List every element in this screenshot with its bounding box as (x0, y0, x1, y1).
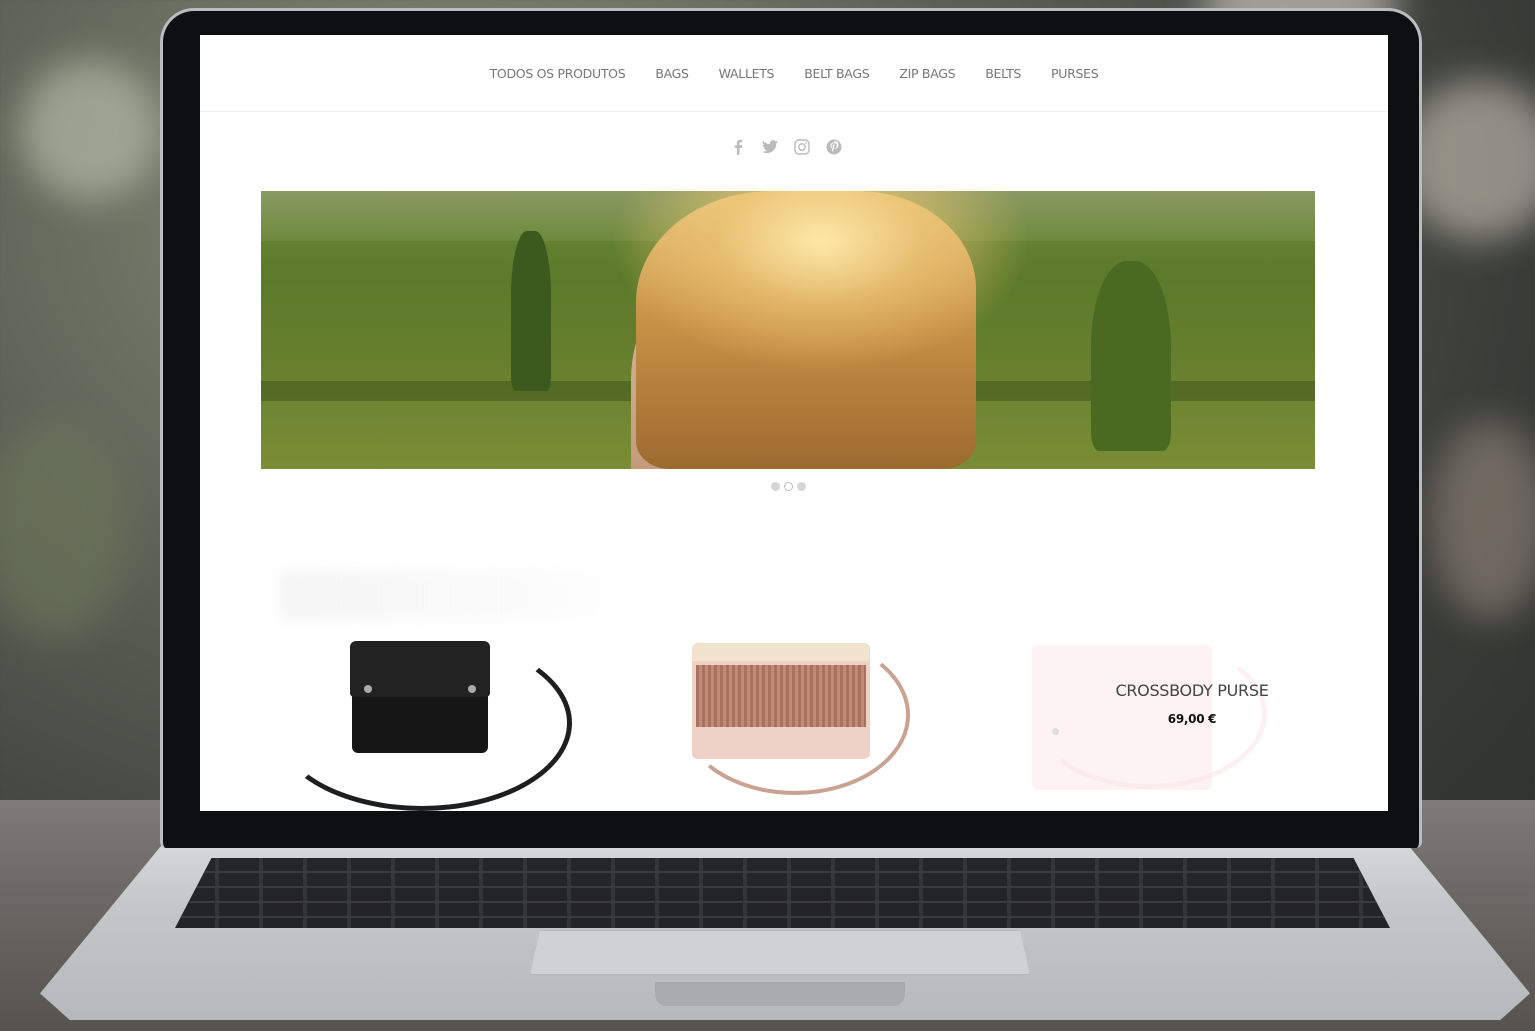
product-title[interactable]: CROSSBODY PURSE (1115, 681, 1268, 700)
background-bokeh (20, 60, 160, 200)
laptop-keyboard-rows (175, 858, 1390, 928)
bag-stud (364, 685, 372, 693)
laptop-screen: TODOS OS PRODUTOS BAGS WALLETS BELT BAGS… (200, 35, 1388, 811)
hero-tree (511, 231, 551, 391)
product-card-hover[interactable]: CROSSBODY PURSE 69,00 € (1032, 625, 1352, 811)
nav-item-zip-bags[interactable]: ZIP BAGS (899, 66, 955, 81)
overlay-bullet (1052, 728, 1059, 735)
slider-dot-active[interactable] (784, 482, 793, 491)
hero-banner-image[interactable] (261, 191, 1315, 469)
social-links (730, 139, 842, 155)
nav-item-todos-os-produtos[interactable]: TODOS OS PRODUTOS (490, 66, 626, 81)
slider-dots (771, 482, 806, 491)
background-bokeh (1430, 420, 1535, 620)
nav-item-bags[interactable]: BAGS (655, 66, 689, 81)
laptop-trackpad (530, 930, 1030, 975)
nav-item-belt-bags[interactable]: BELT BAGS (804, 66, 869, 81)
nav-item-belts[interactable]: BELTS (985, 66, 1021, 81)
pinterest-icon[interactable] (826, 139, 842, 155)
product-price: 69,00 € (1167, 711, 1217, 726)
laptop-notch (655, 982, 905, 1006)
nav-item-purses[interactable]: PURSES (1051, 66, 1099, 81)
faded-section-title (280, 570, 600, 620)
product-hover-overlay: CROSSBODY PURSE 69,00 € (1032, 625, 1352, 811)
nav-item-wallets[interactable]: WALLETS (719, 66, 775, 81)
main-nav: TODOS OS PRODUTOS BAGS WALLETS BELT BAGS… (200, 35, 1388, 112)
instagram-icon[interactable] (794, 139, 810, 155)
slider-dot[interactable] (771, 482, 780, 491)
product-card[interactable] (272, 625, 592, 811)
twitter-icon[interactable] (762, 139, 778, 155)
hero-tree (1091, 261, 1171, 451)
product-card[interactable] (670, 625, 990, 811)
facebook-icon[interactable] (730, 139, 746, 155)
bag-fringe (696, 665, 866, 727)
slider-dot[interactable] (797, 482, 806, 491)
bag-stud (468, 685, 476, 693)
background-bokeh (0, 420, 130, 640)
bag-zip-band (692, 643, 870, 661)
